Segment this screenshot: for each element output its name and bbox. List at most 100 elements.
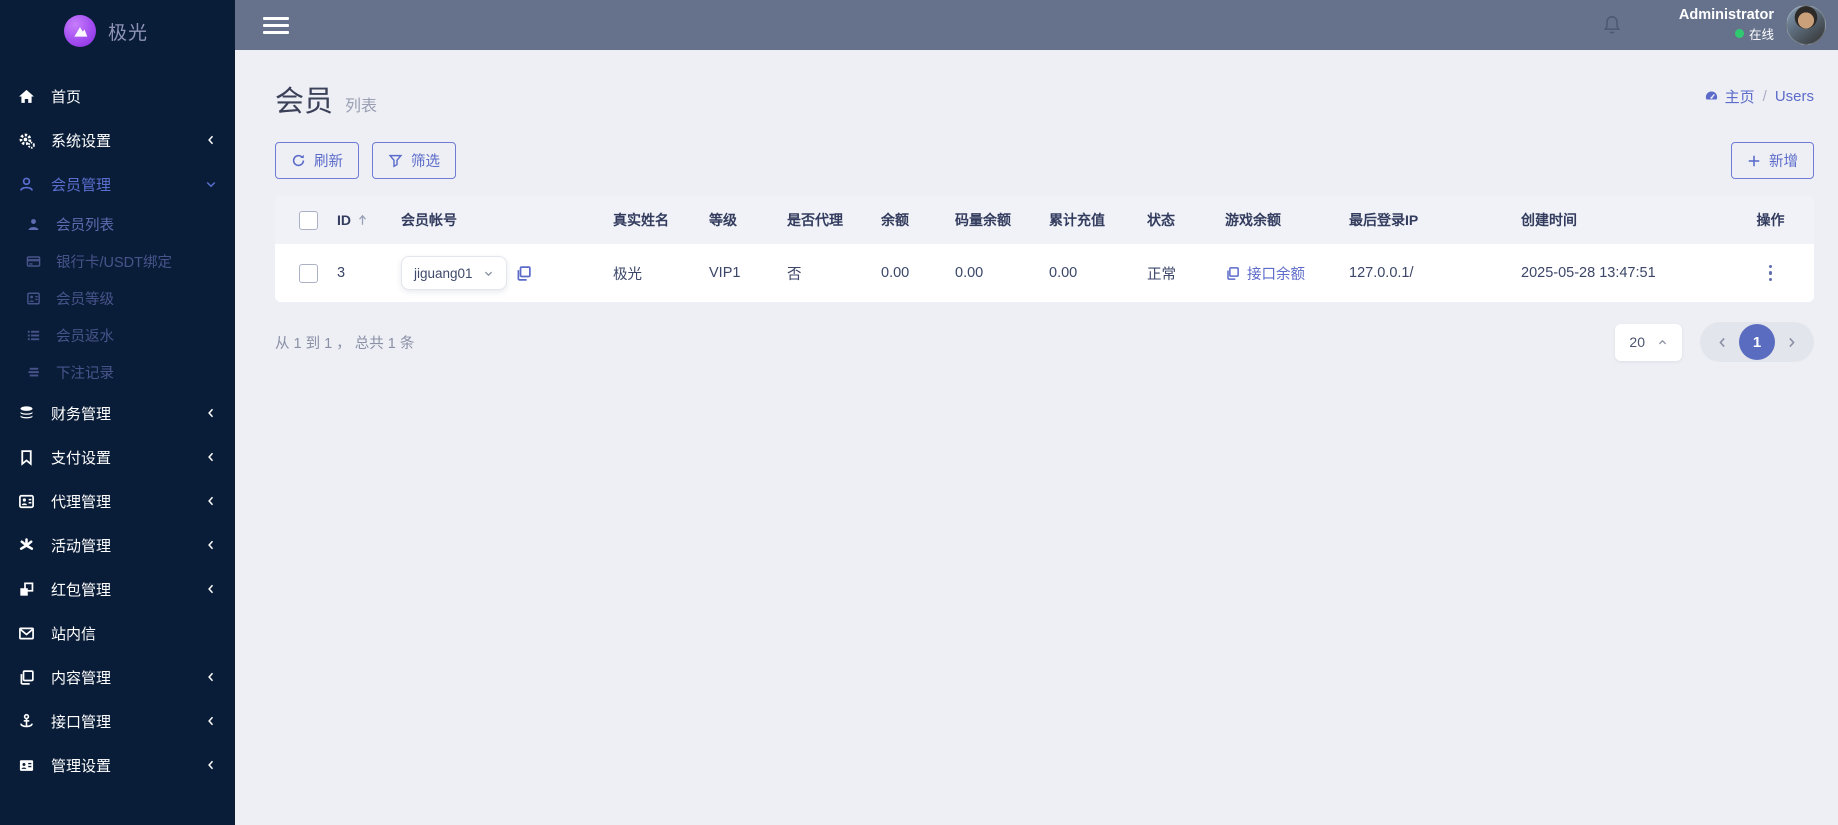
sidebar-item-label: 内容管理: [51, 669, 112, 687]
row-actions-kebab-icon[interactable]: [1763, 264, 1779, 282]
topbar: Administrator 在线: [235, 0, 1838, 50]
header-real-name: 真实姓名: [613, 212, 669, 228]
account-dropdown[interactable]: jiguang01: [401, 256, 507, 290]
gears-icon: [14, 132, 38, 149]
row-checkbox[interactable]: [299, 263, 318, 283]
sidebar-subitem-member-list[interactable]: 会员列表: [0, 206, 235, 243]
sidebar-item-admin-settings[interactable]: 管理设置: [0, 743, 235, 787]
page-header: 会员 列表 主页 / Users: [275, 78, 1814, 120]
notifications-bell-icon[interactable]: [1601, 14, 1623, 36]
chevron-left-icon: [205, 671, 217, 683]
cell-last-login-ip: 127.0.0.1/: [1349, 265, 1414, 281]
chevron-left-icon: [205, 759, 217, 771]
sidebar-subitem-bet-records[interactable]: 下注记录: [0, 354, 235, 391]
previous-page-button[interactable]: [1710, 332, 1735, 353]
next-page-button[interactable]: [1779, 332, 1804, 353]
sidebar-item-content-management[interactable]: 内容管理: [0, 655, 235, 699]
sidebar-item-label: 首页: [51, 88, 82, 106]
cell-account: jiguang01: [401, 256, 601, 290]
toolbar: 刷新 筛选 新增: [275, 142, 1814, 179]
sidebar-subitem-label: 下注记录: [56, 366, 114, 382]
sidebar-item-payment-settings[interactable]: 支付设置: [0, 435, 235, 479]
sidebar-item-label: 系统设置: [51, 132, 112, 150]
user-name: Administrator: [1678, 7, 1774, 23]
mail-icon: [14, 625, 38, 642]
chevron-left-icon: [205, 539, 217, 551]
cell-real-name: 极光: [613, 266, 642, 283]
page-size-value: 20: [1629, 334, 1645, 350]
breadcrumb-separator: /: [1762, 88, 1767, 105]
sidebar-item-api-management[interactable]: 接口管理: [0, 699, 235, 743]
table-header-row: ID 会员帐号 真实姓名 等级 是否代理 余额 码量余额 累计充值 状态 游戏余…: [275, 196, 1814, 244]
sidebar-item-member-management[interactable]: 会员管理: [0, 162, 235, 206]
page-subtitle: 列表: [345, 98, 378, 115]
sidebar: 极光 首页 系统设置 会员管理 会员列表 银行卡/USDT绑定 会员等级 会员返…: [0, 0, 235, 825]
chevron-down-icon: [205, 178, 217, 190]
add-button[interactable]: 新增: [1731, 142, 1814, 179]
page-content: 会员 列表 主页 / Users 刷新 筛选 新增 ID 会员帐号 真实姓名 等…: [235, 50, 1838, 825]
page-size-select[interactable]: 20: [1615, 323, 1682, 361]
plus-icon: [1748, 155, 1760, 166]
sidebar-item-finance[interactable]: 财务管理: [0, 391, 235, 435]
brand-logo[interactable]: 极光: [0, 0, 235, 62]
header-created-at: 创建时间: [1521, 212, 1577, 228]
chevron-left-icon: [205, 715, 217, 727]
cell-status: 正常: [1147, 266, 1176, 283]
sidebar-item-label: 管理设置: [51, 757, 112, 775]
sidebar-item-site-mail[interactable]: 站内信: [0, 611, 235, 655]
sidebar-item-redpacket-management[interactable]: 红包管理: [0, 567, 235, 611]
page-title-wrap: 会员 列表: [275, 78, 377, 120]
breadcrumb-current-label: Users: [1774, 88, 1814, 105]
breadcrumb-home-link[interactable]: 主页: [1704, 86, 1755, 107]
anchor-icon: [14, 713, 38, 730]
header-last-login-ip: 最后登录IP: [1349, 212, 1419, 228]
header-total-deposit: 累计充值: [1049, 212, 1105, 228]
sidebar-item-system-settings[interactable]: 系统设置: [0, 118, 235, 162]
sidebar-subitem-member-rebate[interactable]: 会员返水: [0, 317, 235, 354]
bet-records-icon: [22, 365, 44, 380]
user-menu[interactable]: Administrator 在线: [1679, 7, 1774, 43]
sidebar-toggle-button[interactable]: [263, 16, 289, 34]
cell-level: VIP1: [709, 265, 741, 281]
database-icon: [14, 405, 38, 422]
filter-button[interactable]: 筛选: [372, 142, 456, 179]
refresh-button[interactable]: 刷新: [275, 142, 359, 179]
sidebar-subitem-label: 银行卡/USDT绑定: [56, 255, 172, 271]
sidebar-item-label: 接口管理: [51, 713, 112, 731]
app-root: 极光 首页 系统设置 会员管理 会员列表 银行卡/USDT绑定 会员等级 会员返…: [0, 0, 1838, 825]
main-area: Administrator 在线 会员 列表 主页 / Users 刷新 筛选 …: [235, 0, 1838, 825]
brand-logo-icon: [64, 15, 96, 47]
sidebar-subitem-label: 会员列表: [56, 218, 114, 234]
sidebar-item-activity-management[interactable]: 活动管理: [0, 523, 235, 567]
copy-account-icon[interactable]: [515, 265, 532, 282]
sidebar-subitem-bank-usdt[interactable]: 银行卡/USDT绑定: [0, 243, 235, 280]
header-level: 等级: [709, 212, 737, 228]
online-status-dot: [1734, 29, 1744, 38]
page-1-button[interactable]: 1: [1739, 324, 1775, 360]
member-icon: [14, 176, 38, 193]
header-account: 会员帐号: [401, 212, 457, 228]
header-balance: 余额: [881, 212, 909, 228]
user-avatar[interactable]: [1786, 5, 1826, 45]
members-table: ID 会员帐号 真实姓名 等级 是否代理 余额 码量余额 累计充值 状态 游戏余…: [275, 196, 1814, 302]
cell-is-agent: 否: [787, 266, 802, 283]
select-all-checkbox[interactable]: [299, 210, 318, 230]
sidebar-item-home[interactable]: 首页: [0, 74, 235, 118]
brand-name: 极光: [108, 22, 149, 44]
sidebar-item-label: 红包管理: [51, 581, 112, 599]
sidebar-subitem-member-level[interactable]: 会员等级: [0, 280, 235, 317]
bookmark-icon: [14, 449, 38, 466]
sidebar-item-agent-management[interactable]: 代理管理: [0, 479, 235, 523]
game-balance-link[interactable]: 接口余额: [1225, 263, 1337, 284]
chevron-down-icon: [483, 268, 494, 279]
chevron-left-icon: [205, 134, 217, 146]
sidebar-subitem-label: 会员返水: [56, 329, 114, 345]
header-id[interactable]: ID: [337, 212, 351, 228]
copy-icon: [1227, 266, 1239, 280]
person-icon: [22, 217, 44, 232]
chevron-up-icon: [1657, 337, 1668, 348]
cell-id: 3: [337, 265, 346, 281]
member-level-icon: [22, 291, 44, 306]
id-badge-icon: [14, 757, 38, 774]
sort-ascending-icon[interactable]: [357, 214, 368, 226]
